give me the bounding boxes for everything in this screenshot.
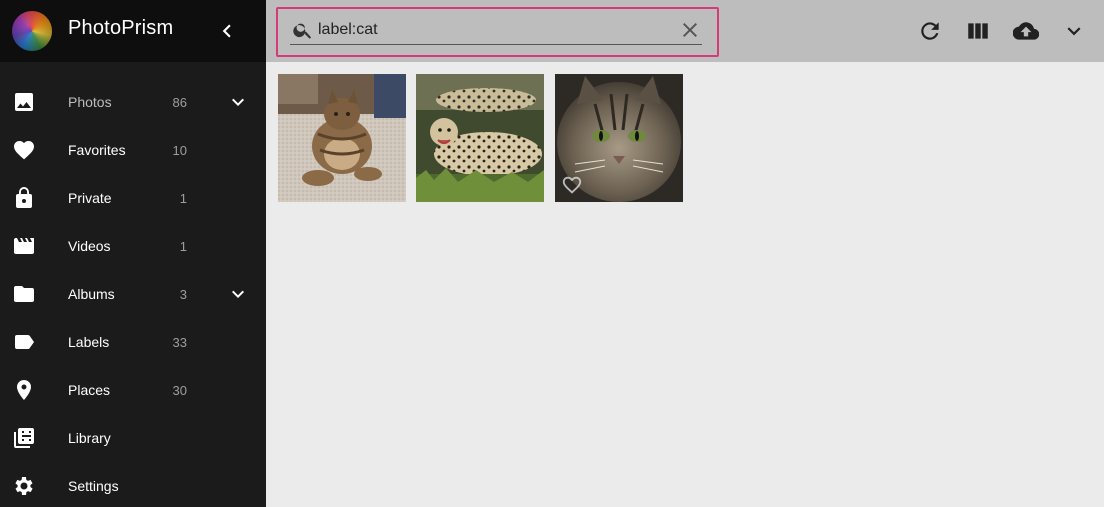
search-field	[276, 7, 719, 57]
sidebar-item-photos[interactable]: Photos 86	[0, 78, 266, 126]
sidebar-item-label: Settings	[68, 478, 119, 494]
sidebar: PhotoPrism Photos 86 Favorites 10 Privat…	[0, 0, 266, 507]
sidebar-item-count: 10	[172, 143, 187, 158]
favorite-toggle[interactable]	[561, 174, 583, 196]
sidebar-item-label: Photos	[68, 94, 112, 110]
collapse-sidebar-button[interactable]	[214, 18, 240, 44]
sidebar-item-label: Places	[68, 382, 111, 398]
film-library-icon	[12, 426, 36, 450]
cheetah-photo	[416, 74, 544, 202]
folder-icon	[12, 282, 36, 306]
sidebar-item-label: Albums	[68, 286, 115, 302]
sidebar-item-count: 1	[179, 239, 187, 254]
clear-search-button[interactable]	[678, 18, 702, 42]
sidebar-item-albums[interactable]: Albums 3	[0, 270, 266, 318]
top-toolbar	[266, 0, 1104, 62]
search-icon	[292, 19, 314, 41]
sidebar-nav: Photos 86 Favorites 10 Private 1 Videos …	[0, 78, 266, 507]
chevron-left-icon	[222, 24, 231, 38]
more-options-button[interactable]	[1061, 18, 1087, 44]
refresh-icon	[921, 22, 939, 40]
sidebar-item-label: Videos	[68, 238, 111, 254]
sidebar-item-count: 86	[172, 95, 187, 110]
sidebar-item-favorites[interactable]: Favorites 10	[0, 126, 266, 174]
refresh-button[interactable]	[917, 18, 943, 44]
sidebar-item-videos[interactable]: Videos 1	[0, 222, 266, 270]
chevron-down-icon[interactable]	[226, 90, 250, 114]
gear-icon	[12, 474, 36, 498]
sidebar-item-count: 1	[179, 191, 187, 206]
cloud-upload-icon	[1012, 22, 1040, 40]
close-icon	[683, 23, 697, 37]
photoprism-logo	[12, 11, 52, 51]
upload-button[interactable]	[1012, 18, 1040, 44]
sidebar-item-label: Favorites	[68, 142, 126, 158]
sidebar-item-private[interactable]: Private 1	[0, 174, 266, 222]
label-icon	[12, 330, 36, 354]
sidebar-item-places[interactable]: Places 30	[0, 366, 266, 414]
search-input[interactable]	[318, 18, 658, 42]
sidebar-item-label: Labels	[68, 334, 110, 350]
image-icon	[12, 90, 36, 114]
chevron-down-icon[interactable]	[226, 282, 250, 306]
map-marker-icon	[12, 378, 36, 402]
sidebar-item-label: Library	[68, 430, 111, 446]
sidebar-item-count: 30	[172, 383, 187, 398]
sidebar-item-labels[interactable]: Labels 33	[0, 318, 266, 366]
sidebar-item-settings[interactable]: Settings	[0, 462, 266, 507]
app-title: PhotoPrism	[68, 17, 174, 39]
sidebar-item-count: 33	[172, 335, 187, 350]
photo-thumbnail[interactable]	[278, 74, 406, 202]
photo-thumbnail[interactable]	[555, 74, 683, 202]
lock-icon	[12, 186, 36, 210]
view-column-icon	[968, 23, 988, 39]
photo-thumbnail[interactable]	[416, 74, 544, 202]
sidebar-item-count: 3	[179, 287, 187, 302]
heart-icon	[12, 138, 36, 162]
heart-outline-icon	[562, 176, 582, 194]
search-underline	[290, 44, 702, 45]
movie-icon	[12, 234, 36, 258]
cat-photo	[278, 74, 406, 202]
view-mode-button[interactable]	[965, 18, 991, 44]
brand-bar: PhotoPrism	[0, 0, 266, 62]
sidebar-item-label: Private	[68, 190, 112, 206]
chevron-down-icon	[1067, 27, 1081, 36]
sidebar-item-library[interactable]: Library	[0, 414, 266, 462]
